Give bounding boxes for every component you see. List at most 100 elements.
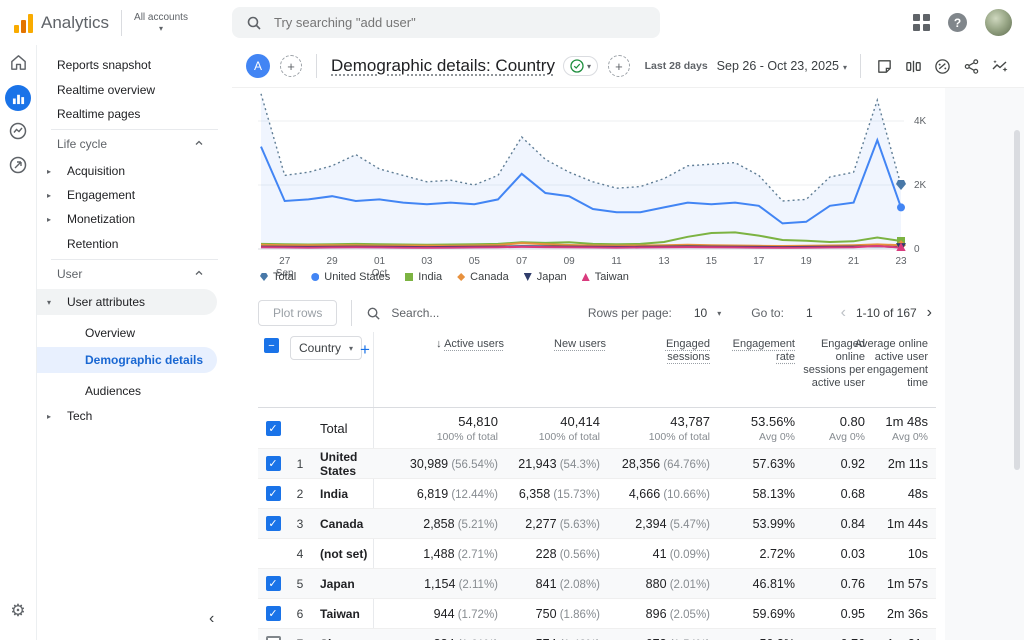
search-icon <box>246 15 262 31</box>
sidebar-item-acquisition[interactable]: ▸Acquisition <box>37 159 232 183</box>
legend-item[interactable]: India <box>405 271 442 283</box>
home-icon[interactable] <box>0 53 36 72</box>
legend-item[interactable]: Taiwan <box>582 271 629 283</box>
add-column-button[interactable]: + <box>360 340 370 360</box>
metric-cell: 57.63% <box>710 457 795 471</box>
explore-icon[interactable] <box>0 121 36 141</box>
timeseries-chart: 02K4K 27Sep2901Oct0305070911131517192123 <box>258 89 958 289</box>
country-name: Japan <box>312 577 388 591</box>
help-icon[interactable]: ? <box>948 13 967 32</box>
row-checkbox[interactable]: ✓ <box>266 516 281 531</box>
sidebar-item-demographic-details[interactable]: Demographic details <box>37 347 217 373</box>
x-tick-label: 21 <box>841 256 867 267</box>
rows-per-page-value[interactable]: 10 <box>694 306 707 320</box>
sidebar-item-reports-snapshot[interactable]: Reports snapshot <box>37 53 232 77</box>
sidebar-item-engagement[interactable]: ▸Engagement <box>37 183 232 207</box>
search-input[interactable] <box>272 14 616 31</box>
scrollbar[interactable] <box>1014 130 1020 470</box>
table-row[interactable]: ✓1United States30,989 (56.54%)21,943 (54… <box>258 448 936 478</box>
metric-cell: 0.76 <box>795 577 865 591</box>
sidebar-item-retention[interactable]: Retention <box>37 232 232 256</box>
sidebar-item-realtime-overview[interactable]: Realtime overview <box>37 78 232 102</box>
country-name: Singapore <box>312 637 388 640</box>
main-content: A + Demographic details: Country ▾ + Las… <box>232 45 1024 640</box>
insights-icon[interactable] <box>990 56 1010 76</box>
sidebar-item-audiences[interactable]: Audiences <box>37 379 232 403</box>
triangle-down-icon <box>524 273 532 281</box>
share-icon[interactable] <box>961 56 981 76</box>
legend-item[interactable]: Japan <box>524 271 567 283</box>
goto-value[interactable]: 1 <box>806 306 813 320</box>
column-header-engaged-sessions[interactable]: Engaged sessions <box>636 338 710 364</box>
table-row[interactable]: 4(not set)1,488 (2.71%)228 (0.56%)41 (0.… <box>258 538 936 568</box>
sidebar-item-overview[interactable]: Overview <box>37 321 232 345</box>
report-title[interactable]: Demographic details: Country <box>331 56 555 76</box>
legend-item[interactable]: Total <box>260 271 296 283</box>
row-checkbox[interactable]: ✓ <box>266 486 281 501</box>
collapse-sidebar-button[interactable]: ‹ <box>209 610 214 628</box>
metric-cell: 28,356 (64.76%) <box>600 457 710 471</box>
add-comparison-button[interactable]: + <box>280 55 302 77</box>
table-search[interactable]: Search... <box>366 306 439 321</box>
date-preset-label: Last 28 days <box>645 60 708 72</box>
admin-gear-icon[interactable]: ⚙ <box>0 601 36 621</box>
x-tick-label: 19 <box>793 256 819 267</box>
sidebar-item-tech[interactable]: ▸Tech <box>37 404 232 428</box>
metric-cell: 574 (1.42%) <box>498 637 600 640</box>
edit-comparisons-icon[interactable] <box>903 56 923 76</box>
legend-item[interactable]: United States <box>311 271 390 283</box>
metric-cell: 673 (1.54%) <box>600 637 710 640</box>
goto-label: Go to: <box>751 306 784 320</box>
column-header-avg-engagement-time[interactable]: Average online active user engagement ti… <box>853 338 928 390</box>
section-user[interactable]: User <box>37 263 232 285</box>
table-row[interactable]: 7Singapore884 (1.61%)574 (1.42%)673 (1.5… <box>258 628 936 640</box>
metric-cell: 10s <box>865 547 936 561</box>
chart-legend: Total United States India Canada Japan Taiwan <box>260 271 629 283</box>
table-row[interactable]: ✓5Japan1,154 (2.11%)841 (2.08%)880 (2.01… <box>258 568 936 598</box>
dimension-select[interactable]: Country▾ <box>290 336 362 360</box>
prev-page-icon[interactable]: ‹ <box>837 304 850 322</box>
plot-rows-button[interactable]: Plot rows <box>258 300 337 326</box>
metric-cell: 21,943 (54.3%) <box>498 457 600 471</box>
user-avatar[interactable] <box>985 9 1012 36</box>
column-header-engagement-rate[interactable]: Engagement rate <box>721 338 795 364</box>
y-tick-label: 0 <box>914 244 920 255</box>
account-switcher[interactable]: All accounts ▾ <box>134 12 188 34</box>
row-checkbox[interactable] <box>266 636 281 640</box>
column-header-new-users[interactable]: New users <box>509 338 606 351</box>
table-row[interactable]: ✓6Taiwan944 (1.72%)750 (1.86%)896 (2.05%… <box>258 598 936 628</box>
sidebar-item-realtime-pages[interactable]: Realtime pages <box>37 102 232 126</box>
global-search[interactable] <box>232 7 660 38</box>
report-status-badge[interactable]: ▾ <box>563 56 598 76</box>
select-all-checkbox[interactable]: − <box>264 338 279 353</box>
section-life-cycle[interactable]: Life cycle <box>37 133 232 155</box>
x-tick-label: 23 <box>888 256 914 267</box>
row-checkbox[interactable]: ✓ <box>266 421 281 436</box>
advertising-icon[interactable] <box>0 155 36 175</box>
total-label: Total <box>312 421 388 436</box>
reports-icon[interactable] <box>0 85 36 111</box>
legend-label: Canada <box>470 271 509 283</box>
diamond-icon <box>457 273 465 281</box>
metric-cell: 228 (0.56%) <box>498 547 600 561</box>
scorecard-icon[interactable] <box>932 56 952 76</box>
sidebar-item-user-attributes[interactable]: ▾User attributes <box>37 289 217 315</box>
add-report-button[interactable]: + <box>608 55 630 77</box>
row-rank: 2 <box>288 487 312 501</box>
row-checkbox[interactable]: ✓ <box>266 456 281 471</box>
expand-arrow-icon: ▸ <box>47 167 57 176</box>
next-page-icon[interactable]: › <box>923 304 936 322</box>
column-header-active-users[interactable]: ↓ Active users <box>399 338 504 351</box>
table-row[interactable]: ✓3Canada2,858 (5.21%)2,277 (5.63%)2,394 … <box>258 508 936 538</box>
row-checkbox[interactable]: ✓ <box>266 576 281 591</box>
apps-grid-icon[interactable] <box>913 14 930 31</box>
note-icon[interactable] <box>874 56 894 76</box>
table-row[interactable]: ✓2India6,819 (12.44%)6,358 (15.73%)4,666… <box>258 478 936 508</box>
row-checkbox[interactable]: ✓ <box>266 606 281 621</box>
date-range-picker[interactable]: Sep 26 - Oct 23, 2025▾ <box>717 59 847 73</box>
sidebar-item-monetization[interactable]: ▸Monetization <box>37 207 232 231</box>
country-name: Canada <box>312 517 388 531</box>
report-letter-chip[interactable]: A <box>246 54 270 78</box>
legend-item[interactable]: Canada <box>457 271 509 283</box>
chevron-down-icon[interactable]: ▾ <box>717 309 721 318</box>
